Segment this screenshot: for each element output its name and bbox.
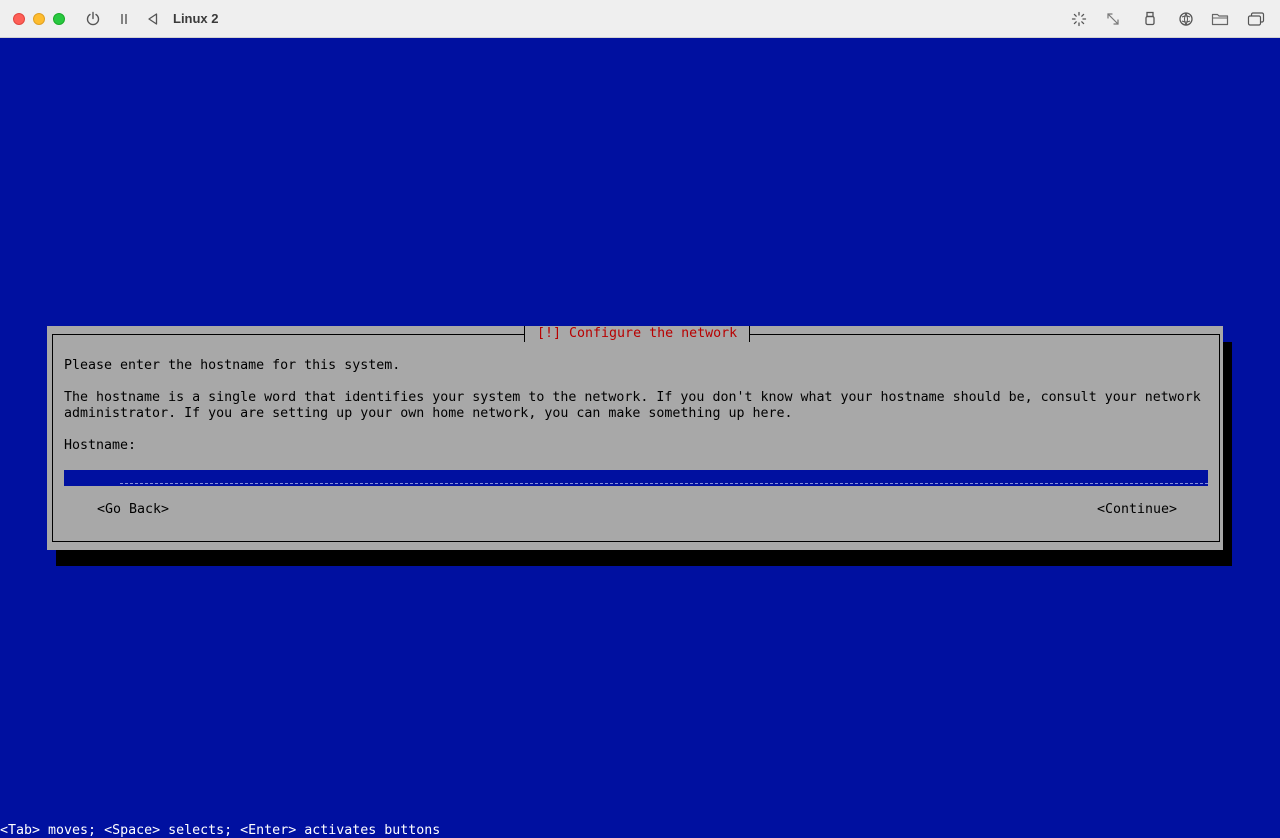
dialog-title: [!] Configure the network [524, 326, 751, 342]
go-back-button[interactable]: <Go Back> [97, 502, 169, 518]
vm-window: Linux 2 [!] Configure the network Please… [0, 0, 1280, 838]
hostname-label: Hostname: [64, 438, 137, 453]
description-line-2: administrator. If you are setting up you… [64, 406, 793, 421]
pause-icon[interactable] [115, 10, 133, 28]
brightness-icon[interactable] [1070, 10, 1088, 28]
network-icon[interactable] [1177, 10, 1195, 28]
resize-icon[interactable] [1104, 10, 1122, 28]
back-icon[interactable] [144, 10, 162, 28]
continue-button[interactable]: <Continue> [1097, 502, 1177, 518]
window-title: Linux 2 [173, 11, 219, 26]
zoom-window-button[interactable] [53, 13, 65, 25]
close-window-button[interactable] [13, 13, 25, 25]
usb-icon[interactable] [1141, 10, 1159, 28]
minimize-window-button[interactable] [33, 13, 45, 25]
vm-screen[interactable]: [!] Configure the network Please enter t… [0, 38, 1280, 838]
hostname-prompt: Please enter the hostname for this syste… [64, 358, 401, 373]
window-titlebar: Linux 2 [0, 0, 1280, 38]
keyboard-help-status: <Tab> moves; <Space> selects; <Enter> ac… [0, 823, 441, 838]
input-fill-underline [120, 483, 1208, 484]
hostname-input[interactable]: debian [64, 470, 1208, 486]
configure-network-dialog: [!] Configure the network Please enter t… [47, 326, 1223, 550]
window-icon[interactable] [1247, 10, 1265, 28]
power-icon[interactable] [84, 10, 102, 28]
shared-folder-icon[interactable] [1211, 10, 1229, 28]
description-line-1: The hostname is a single word that ident… [64, 390, 1201, 405]
